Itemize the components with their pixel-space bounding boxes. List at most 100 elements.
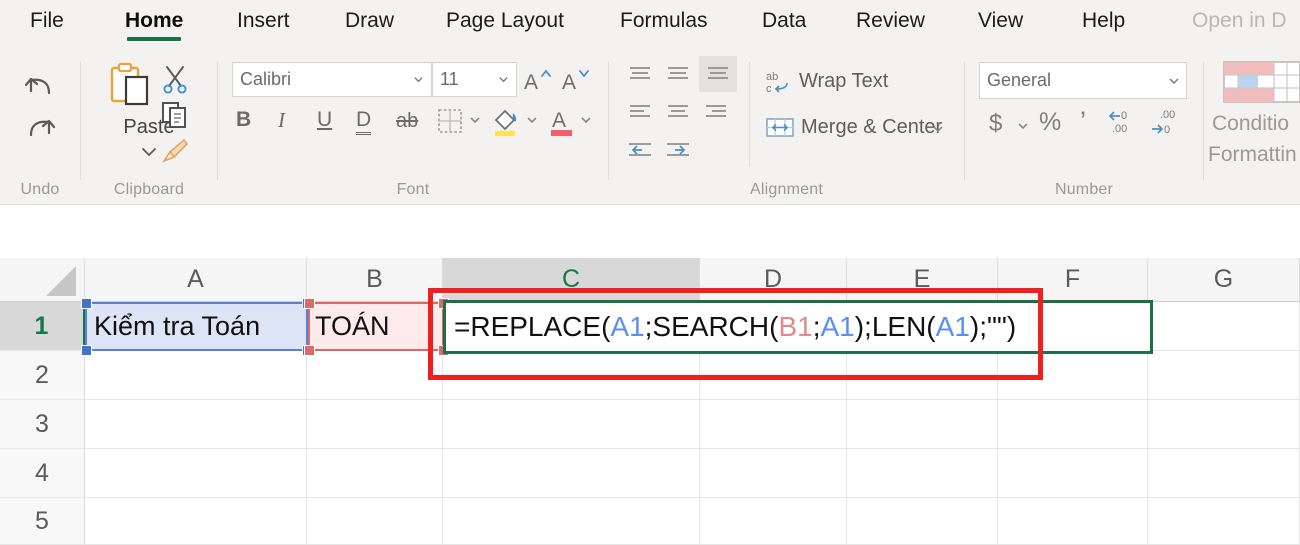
tab-help[interactable]: Help (1082, 9, 1125, 41)
editing-cell-c1[interactable]: =REPLACE(A1 ;SEARCH(B1; A1);LEN(A1);"") (443, 300, 1153, 354)
row-header-1[interactable]: 1 (0, 302, 85, 351)
decrease-font-size-icon[interactable]: A (559, 64, 593, 96)
tab-view[interactable]: View (978, 9, 1023, 41)
cell-c3[interactable] (443, 400, 700, 449)
currency-chevron-down-icon[interactable] (1013, 116, 1033, 136)
cell-g2[interactable] (1148, 351, 1300, 400)
cell-b2[interactable] (307, 351, 443, 400)
reference-handle-b1-bottom-left[interactable] (304, 345, 315, 356)
cell-f4[interactable] (998, 449, 1148, 498)
row-header-3[interactable]: 3 (0, 400, 85, 449)
bold-button[interactable]: B (236, 108, 251, 132)
number-format-select[interactable]: General (979, 62, 1187, 99)
align-bottom-icon[interactable] (699, 56, 737, 92)
font-color-chevron-down-icon[interactable] (576, 110, 596, 130)
reference-handle-a1-bottom-left[interactable] (81, 345, 92, 356)
currency-format-button[interactable]: $ (989, 110, 1002, 138)
cell-g3[interactable] (1148, 400, 1300, 449)
align-middle-icon[interactable] (661, 60, 695, 88)
reference-highlight-b1[interactable]: TOÁN (308, 302, 444, 351)
align-center-icon[interactable] (661, 98, 695, 126)
copy-icon[interactable] (158, 98, 192, 132)
column-header-b[interactable]: B (307, 258, 443, 302)
cell-a5[interactable] (85, 498, 307, 545)
row-header-2[interactable]: 2 (0, 351, 85, 400)
merge-center-icon[interactable] (764, 114, 796, 142)
tab-draw[interactable]: Draw (345, 9, 394, 41)
underline-button[interactable]: U (317, 108, 332, 132)
cell-c2[interactable] (443, 351, 700, 400)
cell-a3[interactable] (85, 400, 307, 449)
align-left-icon[interactable] (623, 98, 657, 126)
cell-e4[interactable] (847, 449, 998, 498)
percent-format-button[interactable]: % (1039, 108, 1061, 137)
tab-review[interactable]: Review (856, 9, 925, 41)
align-right-icon[interactable] (699, 98, 733, 126)
cell-e3[interactable] (847, 400, 998, 449)
fill-color-icon[interactable] (489, 104, 523, 138)
cell-f5[interactable] (998, 498, 1148, 545)
cell-e2[interactable] (847, 351, 998, 400)
cell-c4[interactable] (443, 449, 700, 498)
redo-icon[interactable] (18, 108, 62, 148)
reference-handle-b1-top-left[interactable] (304, 298, 315, 309)
tab-page-layout[interactable]: Page Layout (446, 9, 564, 41)
column-header-d[interactable]: D (700, 258, 847, 302)
cell-f3[interactable] (998, 400, 1148, 449)
column-header-g[interactable]: G (1148, 258, 1300, 302)
tab-data[interactable]: Data (762, 9, 806, 41)
cell-b3[interactable] (307, 400, 443, 449)
cell-b5[interactable] (307, 498, 443, 545)
cut-icon[interactable] (158, 62, 192, 96)
borders-chevron-down-icon[interactable] (465, 110, 485, 130)
conditional-formatting-icon[interactable] (1222, 58, 1300, 106)
open-in-desktop-app-link[interactable]: Open in D (1192, 9, 1287, 41)
increase-indent-icon[interactable] (661, 136, 695, 164)
tab-home[interactable]: Home (125, 9, 183, 41)
wrap-text-label[interactable]: Wrap Text (799, 70, 888, 93)
cell-g1[interactable] (1148, 302, 1300, 351)
cell-a2[interactable] (85, 351, 307, 400)
cell-g4[interactable] (1148, 449, 1300, 498)
wrap-text-icon[interactable]: ab c (764, 68, 794, 96)
increase-font-size-icon[interactable]: A (521, 64, 555, 96)
conditional-formatting-label-line2[interactable]: Formattin (1208, 143, 1297, 167)
cell-e5[interactable] (847, 498, 998, 545)
decrease-decimal-icon[interactable]: .00 0 (1147, 106, 1185, 138)
borders-icon[interactable] (434, 106, 466, 136)
merge-center-chevron-down-icon[interactable] (929, 120, 947, 138)
italic-button[interactable]: I (278, 108, 285, 133)
reference-highlight-a1[interactable]: Kiểm tra Toán (85, 302, 308, 351)
reference-handle-a1-top-left[interactable] (81, 298, 92, 309)
cell-a4[interactable] (85, 449, 307, 498)
align-top-icon[interactable] (623, 60, 657, 88)
cell-c5[interactable] (443, 498, 700, 545)
undo-icon[interactable] (18, 66, 62, 106)
row-header-5[interactable]: 5 (0, 498, 85, 545)
cell-b4[interactable] (307, 449, 443, 498)
cell-d3[interactable] (700, 400, 847, 449)
select-all-corner[interactable] (0, 258, 85, 302)
tab-file[interactable]: File (30, 9, 64, 41)
cell-g5[interactable] (1148, 498, 1300, 545)
double-underline-button[interactable]: D (356, 108, 372, 135)
decrease-indent-icon[interactable] (623, 136, 657, 164)
tab-insert[interactable]: Insert (237, 9, 290, 41)
column-header-f[interactable]: F (998, 258, 1148, 302)
format-painter-icon[interactable] (158, 134, 192, 168)
tab-formulas[interactable]: Formulas (620, 9, 708, 41)
cell-f2[interactable] (998, 351, 1148, 400)
strikethrough-button[interactable]: ab (396, 110, 418, 133)
increase-decimal-icon[interactable]: 0.00 (1105, 106, 1143, 138)
cell-d4[interactable] (700, 449, 847, 498)
fill-color-chevron-down-icon[interactable] (522, 110, 542, 130)
font-color-icon[interactable]: A (547, 104, 577, 138)
column-header-c[interactable]: C (443, 258, 700, 302)
row-header-4[interactable]: 4 (0, 449, 85, 498)
column-header-a[interactable]: A (85, 258, 307, 302)
comma-format-button[interactable]: ’ (1080, 106, 1086, 137)
merge-center-label[interactable]: Merge & Center (801, 116, 942, 139)
font-family-select[interactable]: Calibri (232, 62, 432, 97)
conditional-formatting-label-line1[interactable]: Conditio (1212, 112, 1289, 136)
font-size-select[interactable]: 11 (432, 62, 517, 97)
